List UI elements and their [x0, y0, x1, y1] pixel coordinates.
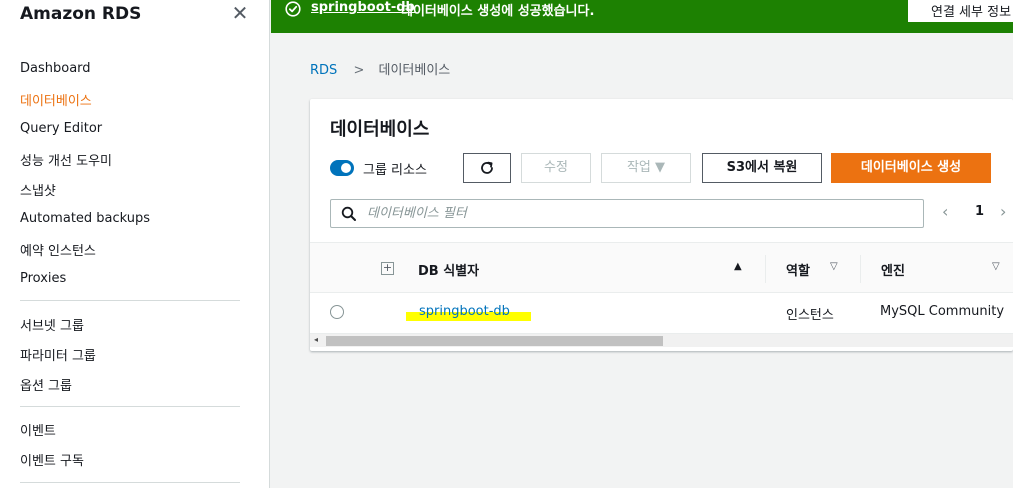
scrollbar-thumb[interactable]	[326, 336, 663, 346]
column-header-role[interactable]: 역할	[786, 260, 810, 279]
sidebar-item-performance-insights[interactable]: 성능 개선 도우미	[20, 150, 112, 169]
group-resources-toggle[interactable]	[330, 160, 354, 176]
sidebar-item-automated-backups[interactable]: Automated backups	[20, 211, 150, 226]
engine-cell: MySQL Community	[880, 304, 1005, 319]
restore-from-s3-button[interactable]: S3에서 복원	[702, 153, 822, 183]
sidebar-item-reserved-instances[interactable]: 예약 인스턴스	[20, 240, 96, 259]
sidebar-item-events[interactable]: 이벤트	[20, 420, 56, 439]
database-filter-input[interactable]	[367, 203, 907, 223]
pagination-next-icon[interactable]: ›	[1000, 202, 1006, 221]
search-icon	[341, 206, 356, 221]
actions-dropdown-button[interactable]: 작업 ▼	[601, 153, 691, 183]
breadcrumb-current: 데이터베이스	[378, 63, 451, 78]
sort-icon[interactable]: ▽	[992, 261, 1000, 272]
sidebar-item-snapshots[interactable]: 스냅샷	[20, 180, 56, 199]
refresh-button[interactable]	[463, 153, 511, 183]
chevron-right-icon: >	[353, 63, 365, 78]
edit-button[interactable]: 수정	[521, 153, 591, 183]
role-cell: 인스턴스	[786, 308, 834, 323]
panel-title: 데이터베이스	[330, 119, 430, 140]
breadcrumb-rds-link[interactable]: RDS	[310, 63, 337, 78]
create-database-button[interactable]: 데이터베이스 생성	[831, 153, 991, 183]
expand-all-icon[interactable]: +	[381, 262, 394, 275]
sidebar-divider	[20, 482, 240, 483]
sidebar-divider	[20, 300, 240, 301]
sidebar-item-query-editor[interactable]: Query Editor	[20, 121, 102, 136]
sidebar-title: Amazon RDS	[20, 4, 142, 24]
column-header-engine[interactable]: 엔진	[881, 260, 905, 279]
scroll-left-icon[interactable]: ◂	[314, 335, 318, 344]
sort-icon[interactable]: ▽	[830, 261, 838, 272]
sidebar-item-subnet-groups[interactable]: 서브넷 그룹	[20, 315, 84, 334]
toggle-knob	[341, 163, 351, 173]
database-filter	[330, 199, 924, 228]
column-header-db-identifier[interactable]: DB 식별자	[418, 260, 479, 279]
sidebar: Amazon RDS ✕ Dashboard 데이터베이스 Query Edit…	[0, 0, 270, 488]
refresh-icon	[481, 161, 493, 174]
column-separator[interactable]	[765, 255, 766, 283]
sidebar-item-event-subscriptions[interactable]: 이벤트 구독	[20, 450, 84, 469]
pagination-prev-icon[interactable]: ‹	[942, 202, 948, 221]
row-select-radio[interactable]	[330, 305, 344, 319]
flash-db-link[interactable]: springboot-db	[311, 0, 415, 15]
db-identifier-link[interactable]: springboot-db	[419, 304, 510, 319]
success-flash-banner: springboot-db 데이터베이스 생성에 성공했습니다. 연결 세부 정…	[271, 0, 1013, 33]
close-icon[interactable]: ✕	[230, 2, 250, 24]
sidebar-item-parameter-groups[interactable]: 파라미터 그룹	[20, 345, 96, 364]
sidebar-item-dashboard[interactable]: Dashboard	[20, 61, 91, 76]
sidebar-item-option-groups[interactable]: 옵션 그룹	[20, 375, 72, 394]
group-resources-label: 그룹 리소스	[363, 163, 427, 178]
success-check-icon	[285, 1, 301, 17]
view-connection-details-button[interactable]: 연결 세부 정보 보기	[908, 0, 1013, 22]
sidebar-item-proxies[interactable]: Proxies	[20, 271, 66, 286]
databases-panel: 데이터베이스 그룹 리소스 수정 작업 ▼ S3에서 복원 데이터베이스 생성 …	[310, 99, 1013, 351]
breadcrumb: RDS > 데이터베이스	[310, 59, 450, 78]
sidebar-divider	[20, 406, 240, 407]
column-separator[interactable]	[860, 255, 861, 283]
horizontal-scrollbar[interactable]: ◂	[310, 333, 1013, 347]
table-header: + DB 식별자 ▲ 역할 ▽ 엔진 ▽	[310, 242, 1013, 293]
sidebar-item-databases[interactable]: 데이터베이스	[20, 90, 92, 109]
flash-message: 데이터베이스 생성에 성공했습니다.	[401, 4, 595, 19]
sort-ascending-icon[interactable]: ▲	[734, 261, 742, 272]
table-row: springboot-db 인스턴스 MySQL Community	[310, 293, 1013, 333]
pagination-page-number[interactable]: 1	[975, 204, 984, 219]
